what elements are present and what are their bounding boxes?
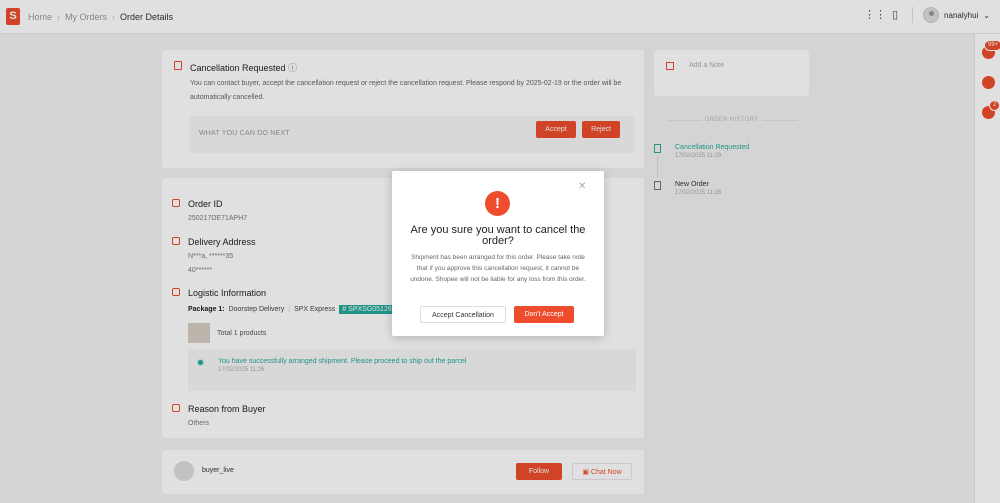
modal-body: Shipment has been arranged for this orde… [410,254,586,283]
cancel-confirm-modal: ✕ ! Are you sure you want to cancel the … [392,171,604,336]
close-icon[interactable]: ✕ [578,182,586,192]
warning-icon: ! [485,191,510,216]
accept-cancellation-button[interactable]: Accept Cancellation [420,306,506,323]
dont-accept-button[interactable]: Don't Accept [514,306,574,323]
modal-title: Are you sure you want to cancel the orde… [410,224,586,247]
